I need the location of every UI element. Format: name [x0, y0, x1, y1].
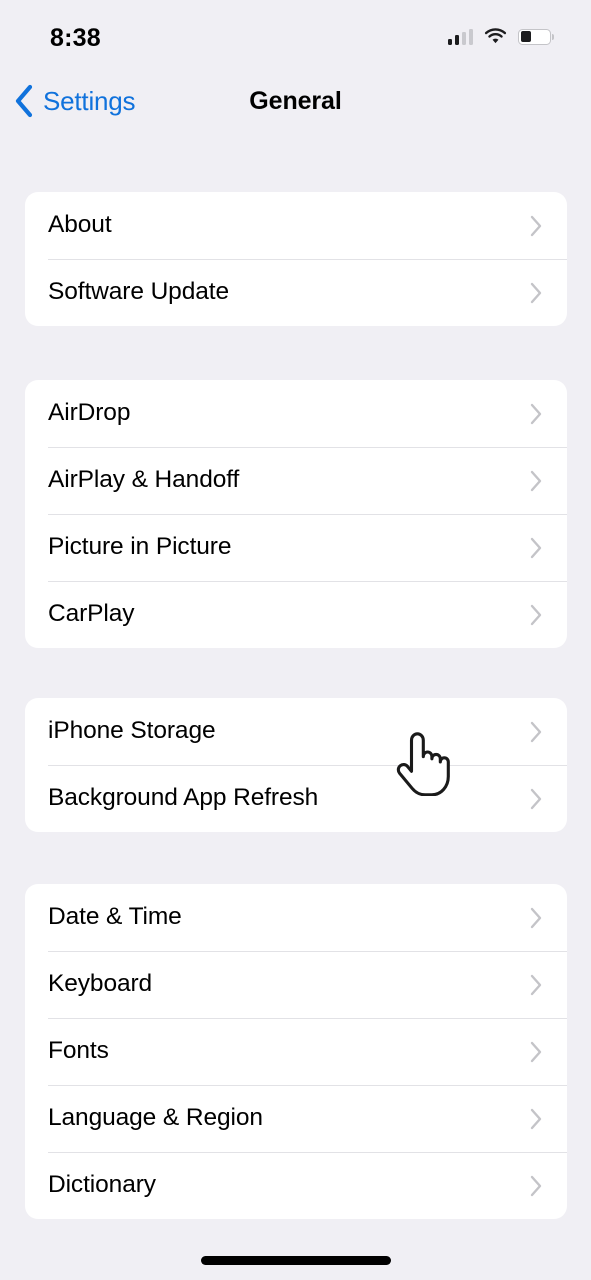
- settings-group-info: About Software Update: [25, 192, 567, 326]
- settings-row[interactable]: Language & Region: [25, 1085, 567, 1152]
- settings-row-label: Language & Region: [48, 1104, 263, 1132]
- settings-group-localization: Date & Time Keyboard Fonts Language & Regio…: [25, 884, 567, 1219]
- settings-row[interactable]: Date & Time: [25, 884, 567, 951]
- settings-row[interactable]: iPhone Storage: [25, 698, 567, 765]
- settings-row[interactable]: AirDrop: [25, 380, 567, 447]
- settings-row-label: Software Update: [48, 278, 229, 306]
- settings-row[interactable]: Keyboard: [25, 951, 567, 1018]
- settings-row[interactable]: Software Update: [25, 259, 567, 326]
- settings-row[interactable]: CarPlay: [25, 581, 567, 648]
- settings-row[interactable]: Background App Refresh: [25, 765, 567, 832]
- settings-row-label: CarPlay: [48, 600, 135, 628]
- settings-row-label: Fonts: [48, 1037, 109, 1065]
- settings-row[interactable]: Picture in Picture: [25, 514, 567, 581]
- iphone-settings-general-screen: 8:38 Settings General About Software Upd…: [0, 0, 591, 1280]
- status-bar-time: 8:38: [50, 24, 101, 52]
- status-bar: 8:38: [0, 0, 591, 72]
- settings-row-label: Keyboard: [48, 970, 153, 998]
- wifi-icon: [484, 28, 507, 45]
- settings-row[interactable]: Dictionary: [25, 1152, 567, 1219]
- settings-row-label: Date & Time: [48, 903, 182, 931]
- home-indicator[interactable]: [200, 1256, 391, 1265]
- status-bar-indicators: [447, 28, 555, 45]
- settings-row[interactable]: Fonts: [25, 1018, 567, 1085]
- navigation-bar: Settings General: [0, 78, 591, 134]
- settings-row-label: Picture in Picture: [48, 533, 232, 561]
- settings-row[interactable]: About: [25, 192, 567, 259]
- settings-row-label: About: [48, 211, 112, 239]
- battery-icon: [518, 28, 555, 45]
- page-title: General: [249, 87, 342, 115]
- cellular-signal-icon: [447, 28, 473, 45]
- settings-row-label: Background App Refresh: [48, 784, 319, 812]
- settings-row-label: AirDrop: [48, 399, 131, 427]
- settings-group-connectivity: AirDrop AirPlay & Handoff Picture in Pictu…: [25, 380, 567, 648]
- settings-row-label: iPhone Storage: [48, 717, 216, 745]
- settings-row[interactable]: AirPlay & Handoff: [25, 447, 567, 514]
- settings-row-label: Dictionary: [48, 1171, 156, 1199]
- settings-group-storage: iPhone Storage Background App Refresh: [25, 698, 567, 832]
- settings-row-label: AirPlay & Handoff: [48, 466, 240, 494]
